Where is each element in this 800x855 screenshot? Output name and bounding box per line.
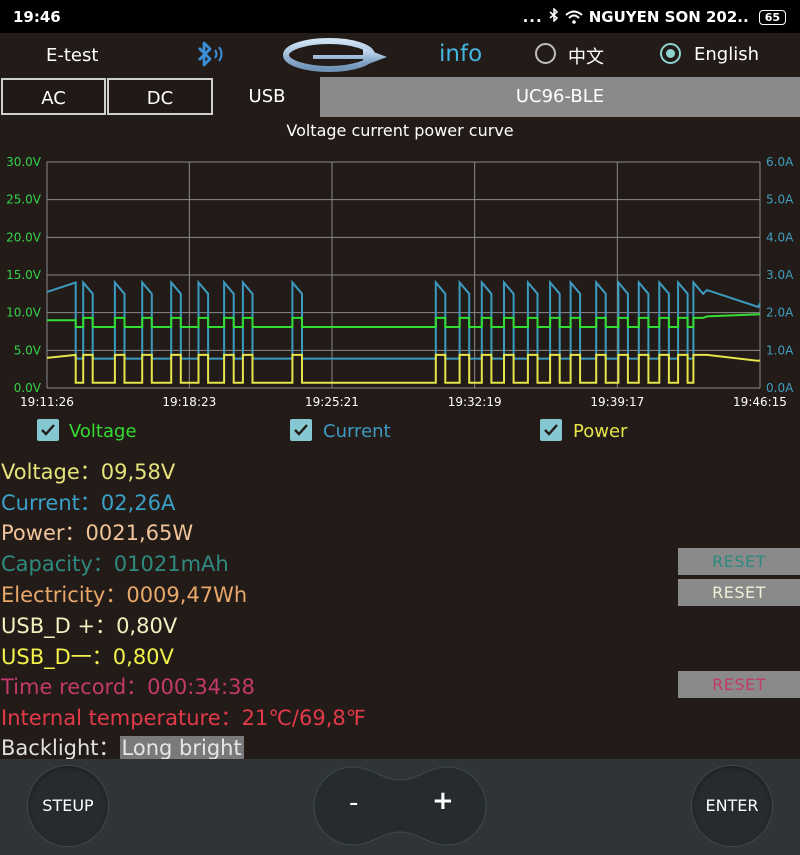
y-right-tick-label: 4.0A [766,230,794,244]
backlight-value[interactable]: Long bright [119,736,244,760]
tab-uc96-ble[interactable]: UC96-BLE [320,77,800,117]
chart-title: Voltage current power curve [286,121,514,140]
battery-icon: 65 [758,9,786,25]
setup-button[interactable]: STEUP [28,766,108,846]
y-left-tick-label: 10.0V [6,306,42,320]
y-left-tick-label: 0.0V [14,381,42,395]
y-left-tick-label: 20.0V [6,230,42,244]
info-link[interactable]: info [439,41,482,67]
power-reading: Power：0021,65W [1,521,194,545]
tab-dc[interactable]: DC [107,78,213,115]
enter-button[interactable]: ENTER [692,766,772,846]
y-axis-right-ticks: 0.0A 1.0A 2.0A 3.0A 4.0A 5.0A 6.0A [766,155,794,395]
chinese-language-label[interactable]: 中文 [568,43,604,69]
english-language-radio[interactable] [660,43,681,64]
minus-button[interactable]: - [349,788,358,818]
voltage-checkbox[interactable] [37,419,59,441]
current-reading: Current：02,26A [1,491,176,515]
capacity-reading: Capacity：01021mAh [1,552,229,576]
check-icon [41,424,55,436]
check-icon [544,424,558,436]
x-tick-label: 19:25:21 [305,395,359,409]
bottom-controls: STEUP - + ENTER [0,759,800,855]
x-tick-label: 19:46:15 [733,395,787,409]
plus-minus-control: - + [313,766,487,846]
wifi-icon [565,10,583,24]
y-left-tick-label: 5.0V [14,343,42,357]
power-checkbox[interactable] [540,419,562,441]
status-bar: 19:46 ... NGUYEN SON 202.. 65 [0,0,800,33]
capacity-reset-button[interactable]: RESET [678,548,800,575]
bluetooth-connection-icon[interactable] [193,39,227,75]
voltage-reading: Voltage：09,58V [1,460,176,484]
x-tick-label: 19:39:17 [590,395,644,409]
voltage-current-power-chart: 0.0V 5.0V 10.0V 15.0V 20.0V 25.0V 30.0V 0.0A 1.… [6,155,794,409]
usb-d-plus-reading: USB_D +：0,80V [1,614,178,638]
usb-d-minus-reading: USB_D一：0,80V [1,645,174,669]
y-left-tick-label: 15.0V [6,268,42,282]
chinese-language-radio[interactable] [535,43,556,64]
x-tick-label: 19:32:19 [448,395,502,409]
clock: 19:46 [13,8,61,26]
check-icon [294,424,308,436]
app-header: E-test info 中文 English [0,33,800,77]
x-axis-ticks: 19:11:26 19:18:23 19:25:21 19:32:19 19:39:17… [20,395,787,409]
plus-minus-shape [313,766,487,846]
y-right-tick-label: 3.0A [766,268,794,282]
y-right-tick-label: 6.0A [766,155,794,169]
tab-ac[interactable]: AC [1,78,106,115]
power-legend-label[interactable]: Power [573,421,627,442]
notification-dots: ... [522,8,543,26]
x-tick-label: 19:11:26 [20,395,74,409]
electricity-reading: Electricity：0009,47Wh [1,583,248,607]
x-tick-label: 19:18:23 [162,395,216,409]
y-left-tick-label: 25.0V [6,193,42,207]
y-right-tick-label: 0.0A [766,381,794,395]
carrier-name: NGUYEN SON 202.. [588,8,749,26]
y-right-tick-label: 2.0A [766,306,794,320]
current-checkbox[interactable] [290,419,312,441]
backlight-reading: Backlight：Long bright [1,736,244,760]
bluetooth-icon [549,7,559,26]
plus-button[interactable]: + [432,786,454,816]
app-logo-icon [283,36,391,78]
tab-usb[interactable]: USB [214,78,320,115]
y-right-tick-label: 5.0A [766,193,794,207]
current-legend-label[interactable]: Current [323,421,391,442]
y-axis-left-ticks: 0.0V 5.0V 10.0V 15.0V 20.0V 25.0V 30.0V [6,155,42,395]
time-reset-button[interactable]: RESET [678,671,800,698]
y-left-tick-label: 30.0V [6,155,42,169]
time-record-reading: Time record：000:34:38 [1,675,255,699]
status-icons: ... NGUYEN SON 202.. 65 [522,7,786,26]
mode-tabs: AC DC USB UC96-BLE [0,77,800,117]
voltage-legend-label[interactable]: Voltage [69,421,137,442]
device-label: E-test [46,45,99,66]
temperature-reading: Internal temperature：21℃/69,8℉ [1,706,366,730]
y-right-tick-label: 1.0A [766,343,794,357]
electricity-reset-button[interactable]: RESET [678,579,800,606]
english-language-label[interactable]: English [694,44,759,65]
